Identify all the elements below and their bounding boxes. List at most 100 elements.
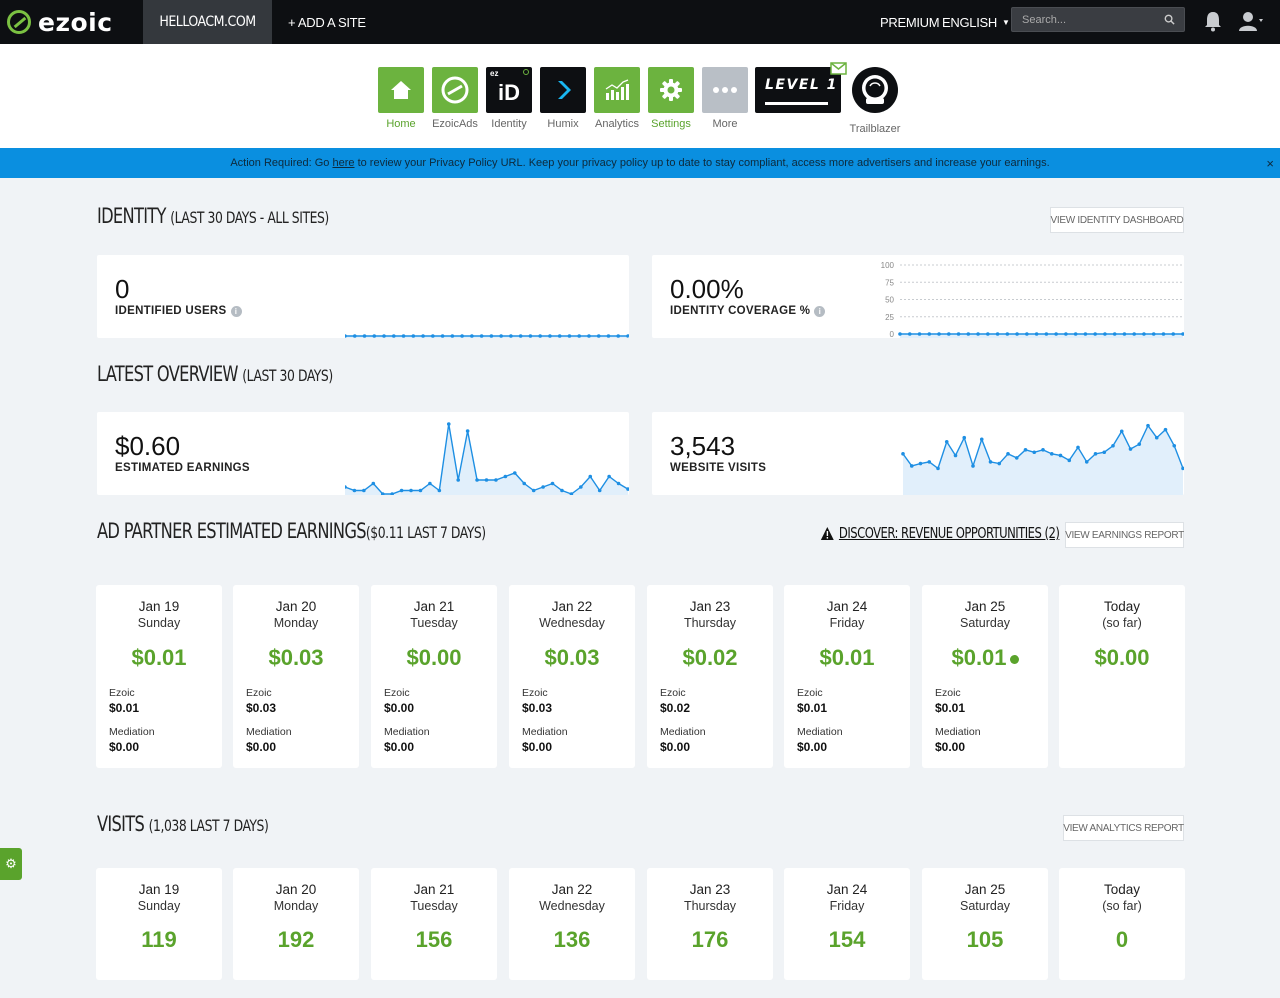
earnings-subtitle: ($0.11 LAST 7 DAYS) xyxy=(365,523,486,542)
data-point xyxy=(616,481,621,486)
day-card: Jan 20 Monday $0.03 Ezoic $0.03 Mediation $0.0… xyxy=(233,585,359,768)
app-launcher-bar: Home EzoicAds ez iD Identity Humix Analy… xyxy=(0,44,1280,148)
estimated-earnings-value: $0.60 xyxy=(115,431,181,461)
data-point xyxy=(1128,447,1133,451)
data-point xyxy=(538,334,542,338)
data-point xyxy=(962,435,967,440)
day-of-week: Thursday xyxy=(683,899,737,913)
notifications-bell-icon[interactable] xyxy=(1203,10,1223,32)
data-point xyxy=(560,488,564,493)
ezoic-value: $0.01 xyxy=(935,701,966,715)
data-point xyxy=(995,332,1000,336)
day-date: Jan 22 xyxy=(551,599,593,614)
data-point xyxy=(489,334,494,338)
app-ezoicads[interactable]: EzoicAds xyxy=(432,67,478,130)
day-card: Jan 25 Saturday 105 xyxy=(922,868,1048,980)
data-point xyxy=(475,478,479,482)
website-visits-label: WEBSITE VISITS xyxy=(670,462,767,474)
data-point xyxy=(352,488,357,493)
identity-title: IDENTITY xyxy=(97,204,166,228)
data-point xyxy=(401,334,406,338)
view-identity-dashboard-button[interactable]: VIEW IDENTITY DASHBOARD xyxy=(1050,207,1184,233)
humix-icon xyxy=(540,67,586,113)
identity-subtitle: (LAST 30 DAYS - ALL SITES) xyxy=(170,208,329,227)
language-dropdown[interactable]: ENGLISH ▼ xyxy=(942,0,1010,44)
discover-revenue-link[interactable]: DISCOVER: REVENUE OPPORTUNITIES (2) xyxy=(820,524,1060,542)
data-point xyxy=(479,334,484,338)
alert-text-before: Action Required: Go xyxy=(230,157,330,169)
mediation-label: Mediation xyxy=(522,726,568,738)
user-account-icon[interactable] xyxy=(1238,10,1264,32)
data-point xyxy=(484,478,489,482)
data-point xyxy=(1122,332,1127,336)
data-point xyxy=(440,334,445,338)
data-point xyxy=(1154,435,1159,440)
mail-envelope-icon[interactable] xyxy=(830,62,847,75)
search-icon[interactable] xyxy=(1164,14,1175,25)
trailblazer-badge[interactable]: Trailblazer xyxy=(850,67,900,135)
data-point xyxy=(513,471,517,475)
mediation-label: Mediation xyxy=(384,726,430,738)
visits-title: VISITS xyxy=(97,812,145,836)
mediation-value: $0.00 xyxy=(935,740,966,754)
level-badge[interactable]: LEVEL 1 xyxy=(755,67,841,113)
mediation-label: Mediation xyxy=(660,726,706,738)
data-point xyxy=(1014,456,1019,460)
ezoic-label: Ezoic xyxy=(522,687,548,699)
day-of-week: Monday xyxy=(273,899,319,913)
app-humix[interactable]: Humix xyxy=(540,67,586,130)
data-point xyxy=(917,332,922,336)
mediation-value: $0.00 xyxy=(384,740,415,754)
app-more[interactable]: More xyxy=(702,67,748,130)
day-total: $0.03 xyxy=(544,645,600,670)
day-card: Jan 23 Thursday $0.02 Ezoic $0.02 Mediation $0… xyxy=(647,585,773,768)
data-point xyxy=(937,332,941,336)
ezoic-label: Ezoic xyxy=(246,687,272,699)
day-total: 154 xyxy=(828,927,866,952)
side-settings-gear-icon[interactable]: ⚙ xyxy=(0,848,22,880)
data-point xyxy=(1093,452,1098,456)
identified-users-label: IDENTIFIED USERS i xyxy=(115,305,242,317)
day-date: Jan 25 xyxy=(964,882,1006,897)
data-point xyxy=(1171,332,1176,336)
data-point xyxy=(1112,332,1117,336)
astronaut-helmet-icon xyxy=(852,67,898,113)
data-point xyxy=(966,332,971,336)
view-analytics-report-button[interactable]: VIEW ANALYTICS REPORT xyxy=(1063,815,1184,841)
view-earnings-report-button[interactable]: VIEW EARNINGS REPORT xyxy=(1065,522,1184,548)
alert-here-link[interactable]: here xyxy=(332,157,354,169)
day-card: Jan 24 Friday $0.01 Ezoic $0.01 Mediation $0.0… xyxy=(784,585,910,768)
search-input[interactable] xyxy=(1012,8,1162,31)
info-icon[interactable]: i xyxy=(814,305,826,317)
ezoic-logo[interactable]: ezoic xyxy=(7,8,113,37)
day-total: $0.00 xyxy=(1094,645,1150,670)
ezoic-value: $0.01 xyxy=(797,701,828,715)
data-point xyxy=(976,332,980,336)
premium-link[interactable]: PREMIUM xyxy=(880,0,940,44)
app-analytics[interactable]: Analytics xyxy=(594,67,640,130)
day-card: Jan 22 Wednesday 136 xyxy=(509,868,635,980)
data-point xyxy=(971,464,975,468)
day-card: Jan 19 Sunday 119 xyxy=(96,868,222,980)
close-icon[interactable]: × xyxy=(1266,156,1274,171)
data-point xyxy=(898,332,902,336)
data-point xyxy=(372,334,377,338)
day-total: 176 xyxy=(691,927,729,952)
app-identity[interactable]: ez iD Identity xyxy=(486,67,532,130)
current-site-tab[interactable]: HELLOACM.COM xyxy=(143,0,272,44)
app-home[interactable]: Home xyxy=(378,67,424,130)
app-settings[interactable]: Settings xyxy=(648,67,694,130)
status-dot-icon xyxy=(1009,654,1019,664)
earnings-title: AD PARTNER ESTIMATED EARNINGS xyxy=(97,519,367,543)
data-point xyxy=(548,334,552,338)
estimated-earnings-label: ESTIMATED EARNINGS xyxy=(115,462,250,474)
data-point xyxy=(918,461,923,466)
add-site-link[interactable]: + ADD A SITE xyxy=(288,0,366,44)
day-of-week: Friday xyxy=(829,616,865,630)
mediation-value: $0.00 xyxy=(522,740,553,754)
data-point xyxy=(1093,332,1097,336)
day-date: Jan 19 xyxy=(138,882,180,897)
identified-users-sparkline xyxy=(345,334,629,338)
info-icon[interactable]: i xyxy=(230,305,242,317)
day-of-week: Saturday xyxy=(959,616,1011,630)
